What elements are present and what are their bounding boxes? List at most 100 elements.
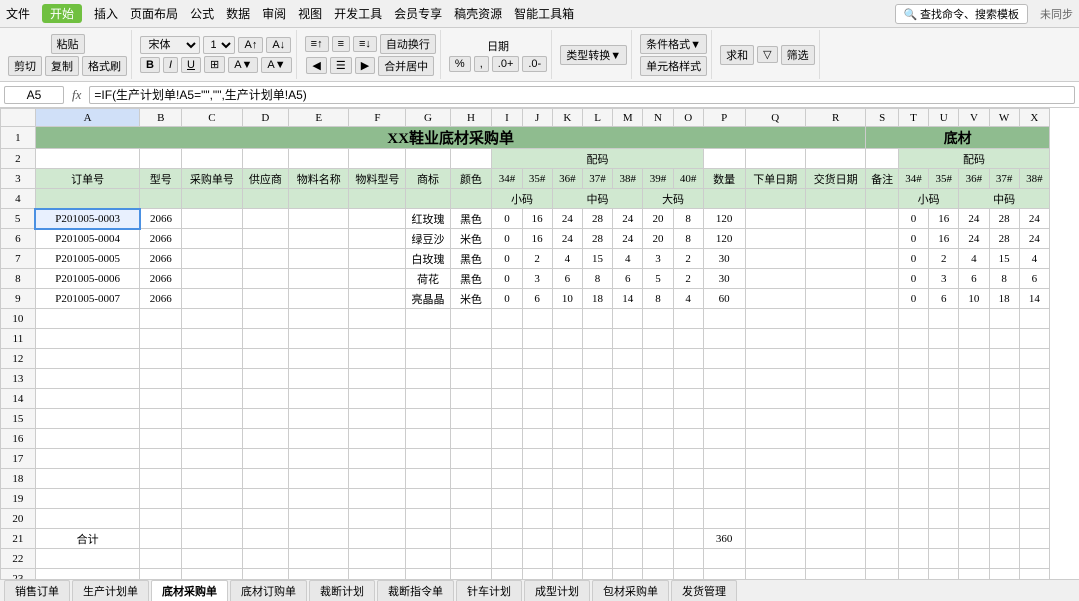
cell-x5[interactable]: 24 xyxy=(1019,209,1049,229)
conditional-format-button[interactable]: 条件格式▼ xyxy=(640,34,707,54)
cell-n5[interactable]: 20 xyxy=(643,209,673,229)
cell-u5[interactable]: 16 xyxy=(929,209,959,229)
cell-h8[interactable]: 黑色 xyxy=(450,269,492,289)
tab-shipping[interactable]: 发货管理 xyxy=(671,580,737,601)
cell-b5[interactable]: 2066 xyxy=(140,209,182,229)
cell-b9[interactable]: 2066 xyxy=(140,289,182,309)
paste-button[interactable]: 粘贴 xyxy=(51,34,85,54)
cell-v9[interactable]: 10 xyxy=(959,289,989,309)
cell-w8[interactable]: 8 xyxy=(989,269,1019,289)
border-button[interactable]: ⊞ xyxy=(204,56,225,73)
font-family-select[interactable]: 宋体 xyxy=(140,36,200,54)
cell-m8[interactable]: 6 xyxy=(613,269,643,289)
cell-n6[interactable]: 20 xyxy=(643,229,673,249)
r2-a[interactable] xyxy=(35,149,140,169)
cell-l6[interactable]: 28 xyxy=(582,229,612,249)
col-header-o[interactable]: O xyxy=(673,109,703,127)
col-header-n[interactable]: N xyxy=(643,109,673,127)
cell-t7[interactable]: 0 xyxy=(898,249,928,269)
cell-u9[interactable]: 6 xyxy=(929,289,959,309)
cell-k7[interactable]: 4 xyxy=(552,249,582,269)
cell-e8[interactable] xyxy=(289,269,349,289)
copy-button[interactable]: 复制 xyxy=(45,56,79,76)
cell-q5[interactable] xyxy=(745,209,805,229)
cell-s6[interactable] xyxy=(866,229,899,249)
cell-g7[interactable]: 白玫瑰 xyxy=(406,249,450,269)
cell-e7[interactable] xyxy=(289,249,349,269)
cell-c9[interactable] xyxy=(182,289,242,309)
cell-n7[interactable]: 3 xyxy=(643,249,673,269)
col-header-v[interactable]: V xyxy=(959,109,989,127)
col-header-d[interactable]: D xyxy=(242,109,288,127)
cell-j5[interactable]: 16 xyxy=(522,209,552,229)
cell-o5[interactable]: 8 xyxy=(673,209,703,229)
cell-s8[interactable] xyxy=(866,269,899,289)
cell-v7[interactable]: 4 xyxy=(959,249,989,269)
cell-p8[interactable]: 30 xyxy=(703,269,745,289)
tab-production-plan[interactable]: 生产计划单 xyxy=(72,580,149,601)
btn-begin[interactable]: 开始 xyxy=(42,4,82,23)
col-header-l[interactable]: L xyxy=(582,109,612,127)
cell-a7[interactable]: P201005-0005 xyxy=(35,249,140,269)
cell-b7[interactable]: 2066 xyxy=(140,249,182,269)
cell-q9[interactable] xyxy=(745,289,805,309)
r2-h[interactable] xyxy=(450,149,492,169)
r2-s[interactable] xyxy=(866,149,899,169)
cell-x6[interactable]: 24 xyxy=(1019,229,1049,249)
cell-t6[interactable]: 0 xyxy=(898,229,928,249)
cell-d5[interactable] xyxy=(242,209,288,229)
cell-r6[interactable] xyxy=(805,229,865,249)
col-header-m[interactable]: M xyxy=(613,109,643,127)
col-header-b[interactable]: B xyxy=(140,109,182,127)
cell-i6[interactable]: 0 xyxy=(492,229,522,249)
formula-input[interactable] xyxy=(89,86,1075,104)
cell-q6[interactable] xyxy=(745,229,805,249)
col-header-t[interactable]: T xyxy=(898,109,928,127)
cell-x8[interactable]: 6 xyxy=(1019,269,1049,289)
cell-style-button[interactable]: 单元格样式 xyxy=(640,56,707,76)
cell-m9[interactable]: 14 xyxy=(613,289,643,309)
cell-q8[interactable] xyxy=(745,269,805,289)
cell-d7[interactable] xyxy=(242,249,288,269)
menu-pagelayout[interactable]: 页面布局 xyxy=(130,5,178,22)
italic-button[interactable]: I xyxy=(163,57,178,73)
cell-h7[interactable]: 黑色 xyxy=(450,249,492,269)
cell-h5[interactable]: 黑色 xyxy=(450,209,492,229)
cell-g8[interactable]: 荷花 xyxy=(406,269,450,289)
col-header-c[interactable]: C xyxy=(182,109,242,127)
cell-a6[interactable]: P201005-0004 xyxy=(35,229,140,249)
col-header-i[interactable]: I xyxy=(492,109,522,127)
dec-inc-button[interactable]: .0+ xyxy=(492,56,520,72)
cell-h6[interactable]: 米色 xyxy=(450,229,492,249)
r2-d[interactable] xyxy=(242,149,288,169)
cell-s5[interactable] xyxy=(866,209,899,229)
cell-t9[interactable]: 0 xyxy=(898,289,928,309)
sum-button[interactable]: 求和 xyxy=(720,45,754,65)
cell-x7[interactable]: 4 xyxy=(1019,249,1049,269)
cell-v6[interactable]: 24 xyxy=(959,229,989,249)
cut-button[interactable]: 剪切 xyxy=(8,56,42,76)
align-left-button[interactable]: ◀ xyxy=(306,57,326,74)
menu-insert[interactable]: 插入 xyxy=(94,5,118,22)
cell-j7[interactable]: 2 xyxy=(522,249,552,269)
align-top-button[interactable]: ≡↑ xyxy=(305,36,329,52)
cell-p5[interactable]: 120 xyxy=(703,209,745,229)
type-convert-button[interactable]: 类型转换▼ xyxy=(560,45,627,65)
tab-bottom-purchase[interactable]: 底材采购单 xyxy=(151,580,228,601)
cell-k9[interactable]: 10 xyxy=(552,289,582,309)
cell-q7[interactable] xyxy=(745,249,805,269)
r2-g[interactable] xyxy=(406,149,450,169)
cell-u8[interactable]: 3 xyxy=(929,269,959,289)
cell-u7[interactable]: 2 xyxy=(929,249,959,269)
cell-v5[interactable]: 24 xyxy=(959,209,989,229)
cell-i9[interactable]: 0 xyxy=(492,289,522,309)
cell-o7[interactable]: 2 xyxy=(673,249,703,269)
cell-w9[interactable]: 18 xyxy=(989,289,1019,309)
cell-m6[interactable]: 24 xyxy=(613,229,643,249)
comma-button[interactable]: , xyxy=(474,56,489,72)
col-header-g[interactable]: G xyxy=(406,109,450,127)
cell-a8[interactable]: P201005-0006 xyxy=(35,269,140,289)
cell-a5[interactable]: P201005-0003 xyxy=(35,209,140,229)
col-header-x[interactable]: X xyxy=(1019,109,1049,127)
cell-m7[interactable]: 4 xyxy=(613,249,643,269)
